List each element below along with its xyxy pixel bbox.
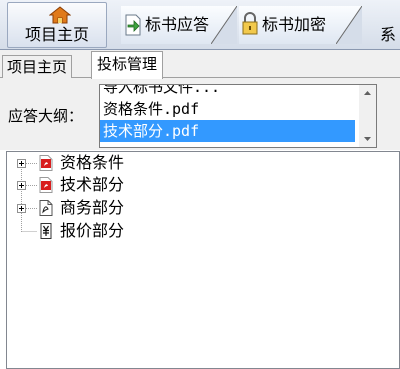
tree-node-label: 技术部分	[60, 175, 125, 194]
document-tree[interactable]: 资格条件 技术部分 商务部分 报价部分	[6, 151, 400, 369]
tree-connector-lines	[21, 163, 37, 232]
price-doc-icon	[40, 223, 52, 239]
expand-plus-icon[interactable]	[17, 204, 26, 213]
expand-plus-icon[interactable]	[17, 181, 26, 190]
scroll-down-arrow-icon[interactable]	[359, 130, 376, 147]
expand-plus-icon[interactable]	[17, 159, 26, 168]
list-item[interactable]: 导入标书文件...	[100, 85, 358, 98]
pdf-icon	[39, 155, 53, 171]
tab-bid-encrypt-label: 标书加密	[262, 15, 327, 34]
tab-project-home[interactable]: 项目主页	[2, 55, 73, 78]
tab-bid-management[interactable]: 投标管理	[91, 51, 164, 79]
house-icon	[49, 6, 71, 24]
listbox-scrollbar[interactable]	[359, 85, 376, 147]
tab-bid-answer-label: 标书应答	[145, 15, 210, 34]
ribbon-toolbar: 项目主页 标书应答 标书加密 系	[0, 0, 400, 50]
scroll-up-arrow-icon[interactable]	[359, 85, 376, 102]
pdf-outline-icon	[39, 200, 53, 216]
tab-bid-management-label: 投标管理	[97, 55, 158, 73]
list-item[interactable]: 资格条件.pdf	[100, 98, 358, 120]
tree-node-label: 商务部分	[60, 198, 125, 217]
tab-divider	[211, 6, 237, 44]
list-item-selected[interactable]: 技术部分.pdf	[100, 120, 355, 142]
tab-bid-encrypt[interactable]: 标书加密	[239, 6, 362, 44]
tab-system[interactable]: 系	[364, 6, 400, 44]
pdf-icon	[39, 177, 53, 193]
tree-node-label: 资格条件	[60, 153, 125, 172]
tab-bid-answer[interactable]: 标书应答	[121, 6, 237, 44]
outline-listbox[interactable]: 导入标书文件... 资格条件.pdf 技术部分.pdf	[99, 84, 377, 148]
outline-panel: 应答大纲： 导入标书文件... 资格条件.pdf 技术部分.pdf	[0, 78, 400, 150]
home-button-label: 项目主页	[24, 25, 89, 44]
tab-project-home-label: 项目主页	[7, 58, 68, 76]
outline-label: 应答大纲：	[8, 107, 84, 125]
sub-tab-bar: 项目主页 投标管理	[0, 50, 400, 79]
tree-node-label: 报价部分	[60, 221, 125, 240]
tab-system-label: 系	[380, 25, 397, 44]
arrow-doc-icon	[125, 14, 141, 36]
home-button[interactable]: 项目主页	[7, 2, 107, 48]
lock-icon	[242, 12, 258, 35]
tab-divider	[336, 6, 362, 44]
